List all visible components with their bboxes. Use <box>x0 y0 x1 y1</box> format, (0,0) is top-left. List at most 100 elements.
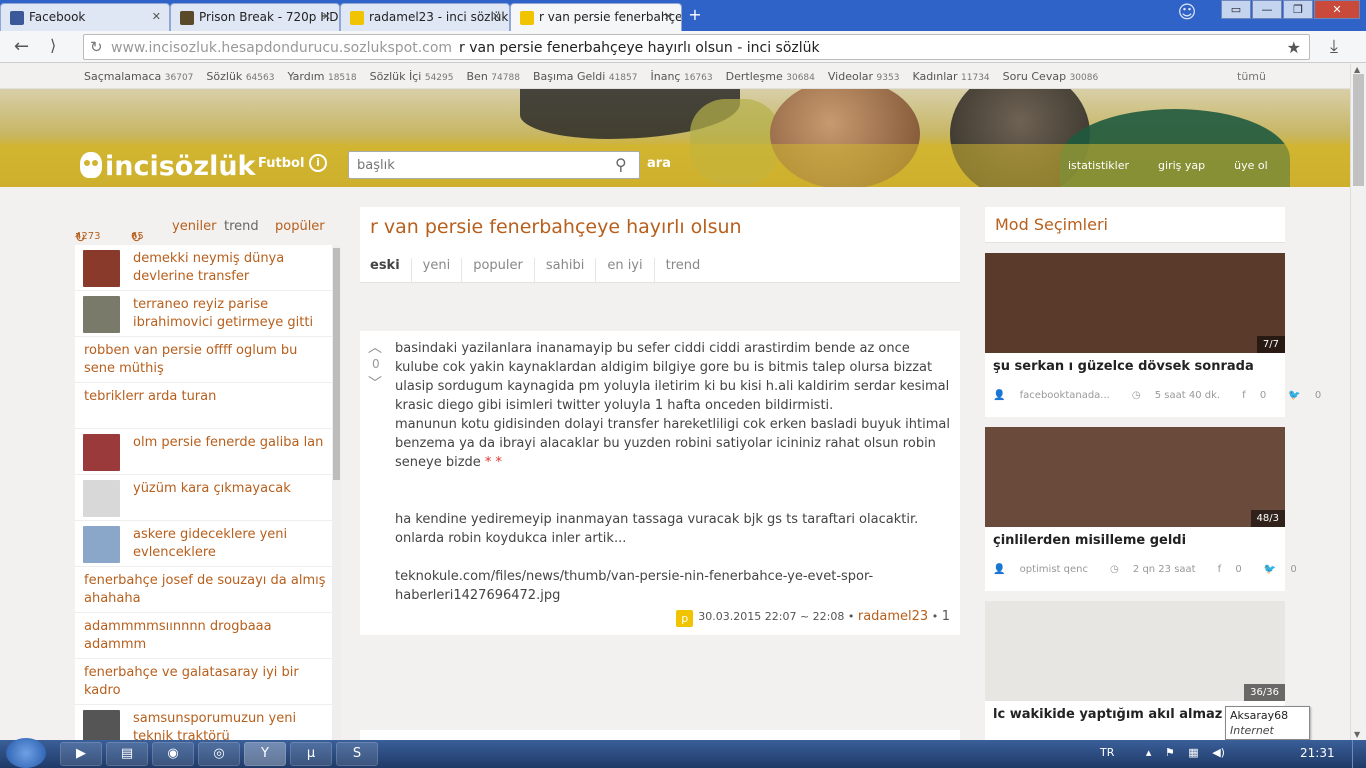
category-item[interactable]: Yardım 18518 <box>287 70 356 83</box>
utorrent-icon[interactable]: µ <box>290 742 332 766</box>
entry-author[interactable]: radamel23 <box>858 609 928 624</box>
category-item[interactable]: Soru Cevap 30086 <box>1003 70 1099 83</box>
tab-prison-break[interactable]: Prison Break - 720p HD ✕ <box>170 3 340 31</box>
back-icon[interactable]: ← <box>14 36 29 57</box>
twitter-share[interactable]: 🐦 0 <box>1288 390 1332 401</box>
scroll-up-icon[interactable]: ▲ <box>1354 65 1360 74</box>
media-player-icon[interactable]: ▶ <box>60 742 102 766</box>
category-item[interactable]: Ben 74788 <box>467 70 520 83</box>
info-icon[interactable]: i <box>309 154 327 172</box>
skype-icon[interactable]: S <box>336 742 378 766</box>
tray-chevron-icon[interactable]: ▴ <box>1146 746 1152 759</box>
start-button[interactable] <box>6 738 46 768</box>
new-tab-button[interactable]: + <box>684 6 706 24</box>
forward-icon[interactable]: ⟩ <box>50 36 56 55</box>
spoiler-stars[interactable]: * * <box>485 455 502 470</box>
mod-pick-card[interactable]: 48/3 çinlilerden misilleme geldi 👤 optimis… <box>985 427 1297 591</box>
mod-pick-image[interactable]: 7/7 <box>985 253 1285 353</box>
category-item[interactable]: Saçmalamaca 36707 <box>84 70 193 83</box>
page-title[interactable]: r van persie fenerbahçeye hayırlı olsun <box>370 216 742 238</box>
nav-register[interactable]: üye ol <box>1234 159 1268 172</box>
list-item[interactable]: samsunsporumuzun yeni teknik traktörü <box>75 705 332 740</box>
reload-icon[interactable]: ↻ <box>90 38 103 56</box>
category-item[interactable]: Sözlük 64563 <box>206 70 274 83</box>
tab-populer[interactable]: populer <box>462 258 535 283</box>
yandex-icon[interactable]: Y <box>244 742 286 766</box>
tab-eski[interactable]: eski <box>370 258 412 283</box>
window-close-icon[interactable]: ✕ <box>1314 0 1360 19</box>
download-icon[interactable]: ⤓ <box>1330 36 1338 57</box>
mod-pick-title[interactable]: çinlilerden misilleme geldi <box>985 527 1285 555</box>
show-desktop-button[interactable] <box>1352 740 1366 768</box>
tab-facebook[interactable]: Facebook ✕ <box>0 3 170 31</box>
resize-icon[interactable]: ▭ <box>1221 0 1251 19</box>
close-icon[interactable]: ✕ <box>322 10 331 23</box>
mod-pick-title[interactable]: şu serkan ı güzelce dövsek sonrada <box>985 353 1285 381</box>
page-scrollbar[interactable]: ▲ ▼ <box>1350 64 1366 740</box>
mod-pick-card[interactable]: 7/7 şu serkan ı güzelce dövsek sonrada 👤 f… <box>985 253 1321 417</box>
minimize-icon[interactable]: — <box>1252 0 1282 19</box>
list-item[interactable]: yüzüm kara çıkmayacak <box>75 475 332 521</box>
bookmark-star-icon[interactable]: ★ <box>1287 38 1301 57</box>
topic-label[interactable]: Futbol <box>258 156 304 171</box>
mod-pick-image[interactable]: 36/36 <box>985 601 1285 701</box>
address-bar[interactable]: ↻ www.incisozluk.hesapdondurucu.sozluksp… <box>83 34 1310 60</box>
list-item[interactable]: askere gideceklere yeni evlenceklere <box>75 521 332 567</box>
list-item[interactable]: fenerbahçe ve galatasaray iyi bir kadro <box>75 659 332 705</box>
downvote-icon[interactable]: ﹀ <box>368 373 382 393</box>
profile-icon[interactable]: ☺ <box>1176 2 1198 28</box>
category-all-link[interactable]: tümü <box>1237 70 1266 83</box>
maximize-icon[interactable]: ❐ <box>1283 0 1313 19</box>
mod-pick-image[interactable]: 48/3 <box>985 427 1285 527</box>
entry-link[interactable]: teknokule.com/files/news/thumb/van-persi… <box>395 567 951 605</box>
tab-populer[interactable]: popüler <box>275 219 325 234</box>
list-item[interactable]: demekki neymiş dünya devlerine transfer <box>75 245 332 291</box>
upvote-icon[interactable]: ︿ <box>368 337 382 357</box>
tab-yeni[interactable]: yeni <box>412 258 463 283</box>
flag-icon[interactable]: ⚑ <box>1165 746 1175 759</box>
tab-trend[interactable]: trend <box>224 219 259 234</box>
search-button[interactable]: ara <box>647 156 671 171</box>
folder-icon[interactable]: ▤ <box>106 742 148 766</box>
close-icon[interactable]: ✕ <box>492 10 501 23</box>
nav-login[interactable]: giriş yap <box>1158 159 1205 172</box>
scrollbar-thumb[interactable] <box>1353 74 1364 186</box>
scroll-down-icon[interactable]: ▼ <box>1354 730 1360 739</box>
chrome-icon[interactable]: ◎ <box>198 742 240 766</box>
facebook-share[interactable]: f 0 <box>1242 390 1277 401</box>
tab-trend[interactable]: trend <box>655 258 712 283</box>
category-item[interactable]: Sözlük İçi 54295 <box>370 70 454 83</box>
list-item[interactable]: robben van persie offff oglum bu sene mü… <box>75 337 332 383</box>
search-input[interactable] <box>348 151 640 179</box>
twitter-share[interactable]: 🐦 0 <box>1264 564 1308 575</box>
tab-sahibi[interactable]: sahibi <box>535 258 597 283</box>
category-item[interactable]: İnanç 16763 <box>651 70 713 83</box>
scrollbar-thumb[interactable] <box>333 248 340 480</box>
search-icon[interactable]: ⚲ <box>615 155 627 174</box>
list-item[interactable]: tebriklerr arda turan <box>75 383 332 429</box>
close-icon[interactable]: ✕ <box>152 10 161 23</box>
tab-radamel23[interactable]: radamel23 - inci sözlük ✕ <box>340 3 510 31</box>
topic-list-scrollbar[interactable] <box>332 245 341 740</box>
language-indicator[interactable]: TR <box>1100 746 1114 759</box>
site-logo[interactable]: incisözlük <box>80 151 256 182</box>
list-item[interactable]: fenerbahçe josef de souzayı da almış aha… <box>75 567 332 613</box>
volume-icon[interactable]: ◀) <box>1212 746 1225 759</box>
category-item[interactable]: Videolar 9353 <box>828 70 900 83</box>
network-icon[interactable]: ▦ <box>1188 746 1198 759</box>
tab-en-iyi[interactable]: en iyi <box>596 258 655 283</box>
category-item[interactable]: Başıma Geldi 41857 <box>533 70 638 83</box>
category-item[interactable]: Dertleşme 30684 <box>726 70 815 83</box>
nav-statistics[interactable]: istatistikler <box>1068 159 1129 172</box>
author[interactable]: 👤 facebooktanada... <box>993 390 1121 401</box>
tab-current[interactable]: r van persie fenerbahçe ✕ <box>510 3 682 31</box>
category-item[interactable]: Kadınlar 11734 <box>912 70 989 83</box>
list-item[interactable]: terraneo reyiz parise ibrahimovici getir… <box>75 291 332 337</box>
tab-yeniler[interactable]: yeniler <box>172 219 217 234</box>
list-item[interactable]: olm persie fenerde galiba lan <box>75 429 332 475</box>
clock[interactable]: 21:31 <box>1300 746 1335 760</box>
close-icon[interactable]: ✕ <box>664 10 673 23</box>
entry-date[interactable]: 30.03.2015 22:07 ~ 22:08 <box>698 610 844 623</box>
author[interactable]: 👤 optimist qenc <box>993 564 1099 575</box>
firefox-icon[interactable]: ◉ <box>152 742 194 766</box>
